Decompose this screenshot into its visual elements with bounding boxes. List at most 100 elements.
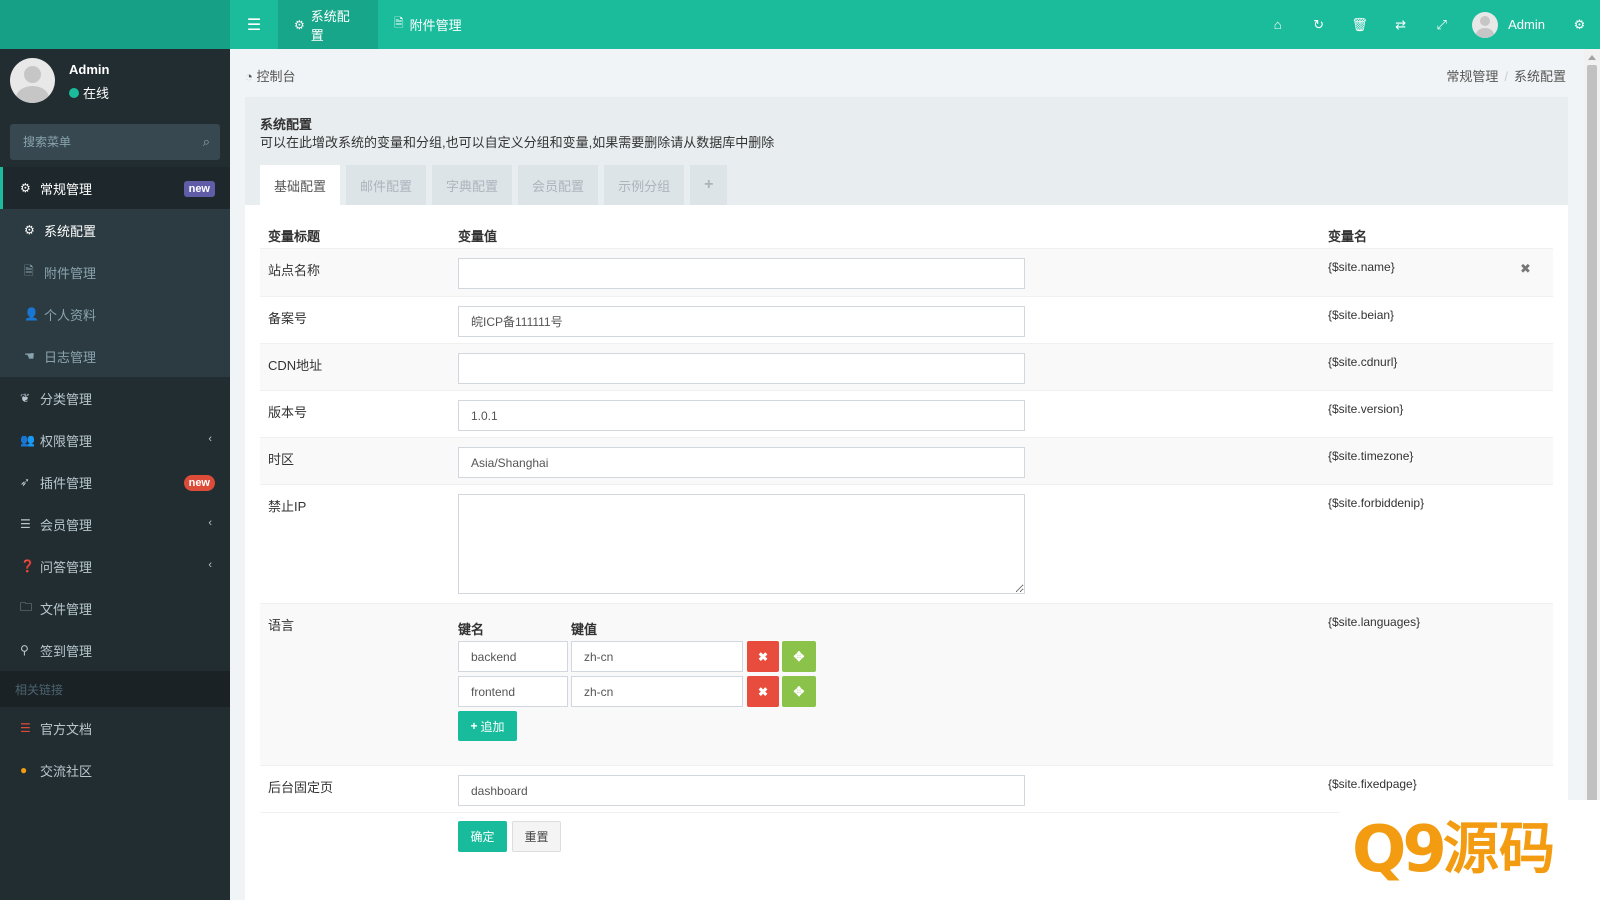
page-description: 可以在此增改系统的变量和分组,也可以自定义分组和变量,如果需要删除请从数据库中删… xyxy=(260,135,775,150)
page-title: 系统配置 xyxy=(260,117,313,132)
sidebar-item-category[interactable]: ❦ 分类管理 xyxy=(0,377,230,419)
sidebar-item-plugins[interactable]: ➶ 插件管理 new xyxy=(0,461,230,503)
kv-key-input[interactable] xyxy=(458,676,568,707)
timezone-input[interactable] xyxy=(458,447,1025,478)
sidebar-item-attachment[interactable]: 🗎 附件管理 xyxy=(0,251,230,293)
remove-pair-button[interactable]: ✖ xyxy=(747,641,779,672)
trash-icon[interactable]: 🗑 xyxy=(1339,0,1380,49)
breadcrumb-item[interactable]: 常规管理 xyxy=(1446,69,1498,84)
top-tab-system-config[interactable]: ⚙ 系统配置 xyxy=(278,0,378,49)
sidebar-item-qa[interactable]: ❓ 问答管理 ‹ xyxy=(0,545,230,587)
chevron-left-icon: ‹ xyxy=(208,559,212,571)
list-alt-icon: ☰ xyxy=(20,721,31,735)
search-icon[interactable]: ⌕ xyxy=(203,134,210,150)
top-right-toolbar: ⌂ ↻ 🗑 ⇄ ⤢ Admin ⚙ xyxy=(1257,0,1600,49)
kv-value-input[interactable] xyxy=(571,641,743,672)
reset-button[interactable]: 重置 xyxy=(512,821,561,852)
chevron-left-icon: ‹ xyxy=(208,433,212,445)
home-icon[interactable]: ⌂ xyxy=(1257,0,1298,49)
tab-member[interactable]: 会员配置 xyxy=(518,165,599,205)
col-value: 变量值 xyxy=(458,229,498,244)
site-name-input[interactable] xyxy=(458,258,1025,289)
breadcrumb-trail: 常规管理 / 系统配置 xyxy=(1446,66,1566,85)
sidebar-item-community[interactable]: ● 交流社区 xyxy=(0,749,230,791)
file-image-icon: 🗎 xyxy=(394,16,404,30)
tab-example[interactable]: 示例分组 xyxy=(604,165,685,205)
file-image-icon: 🗎 xyxy=(24,263,34,278)
bars-icon[interactable]: ☰ xyxy=(230,0,278,49)
tab-email[interactable]: 邮件配置 xyxy=(346,165,427,205)
group-icon: 👥 xyxy=(20,433,35,447)
sidebar-item-docs[interactable]: ☰ 官方文档 xyxy=(0,707,230,749)
sidebar-item-auth[interactable]: 👥 权限管理 ‹ xyxy=(0,419,230,461)
dashboard-icon: ◔ xyxy=(245,69,253,84)
rocket-icon: ➶ xyxy=(20,475,31,489)
scroll-thumb[interactable] xyxy=(1587,65,1597,867)
config-tabs: 基础配置 邮件配置 字典配置 会员配置 示例分组 + xyxy=(260,165,733,205)
config-panel: 系统配置 可以在此增改系统的变量和分组,也可以自定义分组和变量,如果需要删除请从… xyxy=(245,97,1568,900)
map-marker-icon: ⚲ xyxy=(20,643,29,657)
remove-pair-button[interactable]: ✖ xyxy=(747,676,779,707)
close-icon[interactable]: ✖ xyxy=(1520,261,1531,277)
refresh-icon[interactable]: ↻ xyxy=(1298,0,1339,49)
table-row: 备案号 {$site.beian} xyxy=(260,297,1553,344)
version-input[interactable] xyxy=(458,400,1025,431)
sidebar-item-members[interactable]: ☰ 会员管理 ‹ xyxy=(0,503,230,545)
fullscreen-icon[interactable]: ⤢ xyxy=(1421,0,1462,49)
breadcrumb-item: 系统配置 xyxy=(1513,69,1566,84)
new-badge: new xyxy=(183,181,215,197)
tab-add-icon[interactable]: + xyxy=(690,165,728,205)
top-navbar: ☰ ⚙ 系统配置 🗎 附件管理 ⌂ ↻ 🗑 ⇄ ⤢ Admin ⚙ xyxy=(0,0,1600,49)
table-row: 站点名称 {$site.name} ✖ xyxy=(260,249,1553,297)
search-input[interactable] xyxy=(10,124,190,160)
table-row: 版本号 {$site.version} xyxy=(260,391,1553,438)
col-var: 变量名 xyxy=(1328,229,1368,244)
scrollbar[interactable] xyxy=(1584,49,1600,900)
kv-value-header: 键值 xyxy=(571,622,598,637)
sidebar-item-logs[interactable]: ☚ 日志管理 xyxy=(0,335,230,377)
sidebar-item-general[interactable]: ⚙ 常规管理 new xyxy=(0,167,230,209)
sidebar-item-system-config[interactable]: ⚙ 系统配置 xyxy=(0,209,230,251)
dashboard-link[interactable]: ◔ 控制台 xyxy=(245,66,296,85)
chevron-left-icon: ‹ xyxy=(208,517,212,529)
close-icon: ✖ xyxy=(757,649,769,664)
kv-key-input[interactable] xyxy=(458,641,568,672)
table-row: 禁止IP {$site.forbiddenip} xyxy=(260,485,1553,604)
cogs-icon: ⚙ xyxy=(20,181,31,195)
cdn-input[interactable] xyxy=(458,353,1025,384)
translate-icon[interactable]: ⇄ xyxy=(1380,0,1421,49)
tab-dictionary[interactable]: 字典配置 xyxy=(432,165,513,205)
user-menu[interactable]: Admin xyxy=(1462,0,1559,49)
watermark-logo: Q9 源码 xyxy=(1340,800,1600,900)
append-button[interactable]: + 追加 xyxy=(458,711,517,741)
kv-value-input[interactable] xyxy=(571,676,743,707)
table-row: CDN地址 {$site.cdnurl} xyxy=(260,344,1553,391)
drag-pair-button[interactable]: ✥ xyxy=(782,676,816,707)
sidebar-item-checkin[interactable]: ⚲ 签到管理 xyxy=(0,629,230,671)
new-badge: new xyxy=(183,475,215,491)
table-row: 语言 键名 键值 ✖ ✥ ✖ ✥ + 追加 {$site.languages} xyxy=(260,604,1553,766)
fixedpage-input[interactable] xyxy=(458,775,1025,806)
kv-key-header: 键名 xyxy=(458,622,485,637)
user-icon: 👤 xyxy=(24,307,39,321)
sidebar-item-profile[interactable]: 👤 个人资料 xyxy=(0,293,230,335)
sidebar-menu: ⚙ 常规管理 new ⚙ 系统配置 🗎 附件管理 👤 个人资料 ☚ 日志管理 ❦ xyxy=(0,167,230,791)
submit-button[interactable]: 确定 xyxy=(458,821,507,852)
col-title: 变量标题 xyxy=(268,229,321,244)
sidebar-item-files[interactable]: 🗀 文件管理 xyxy=(0,587,230,629)
avatar xyxy=(1472,11,1499,38)
scroll-up-icon[interactable] xyxy=(1588,55,1596,60)
online-dot-icon xyxy=(69,87,79,98)
drag-pair-button[interactable]: ✥ xyxy=(782,641,816,672)
forbidden-ip-textarea[interactable] xyxy=(458,494,1025,594)
top-tab-attachment[interactable]: 🗎 附件管理 xyxy=(378,0,482,49)
cogs-icon[interactable]: ⚙ xyxy=(1559,0,1600,49)
beian-input[interactable] xyxy=(458,306,1025,337)
links-header: 相关链接 xyxy=(0,671,230,707)
user-status: 在线 xyxy=(69,83,109,102)
list-icon: ☰ xyxy=(20,517,31,531)
tab-basic[interactable]: 基础配置 xyxy=(260,165,341,205)
watermark-q9: Q9 xyxy=(1352,813,1447,887)
sidebar-submenu: ⚙ 系统配置 🗎 附件管理 👤 个人资料 ☚ 日志管理 xyxy=(0,209,230,377)
sidebar: Admin 在线 ⌕ ⚙ 常规管理 new ⚙ 系统配置 🗎 附件管理 👤 xyxy=(0,49,230,900)
